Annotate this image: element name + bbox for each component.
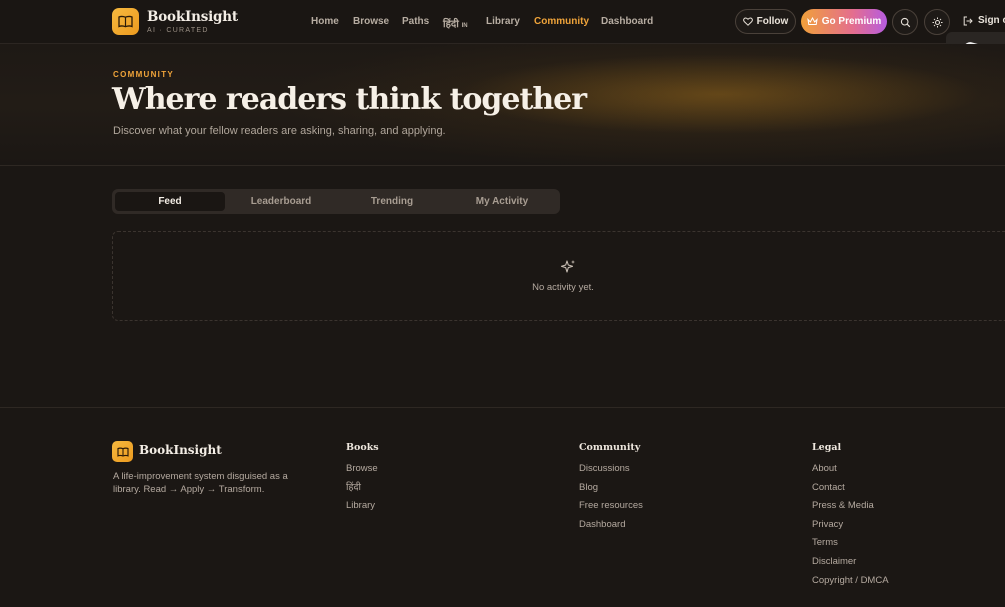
footer-column-community: Community Discussions Blog Free resource…	[579, 442, 643, 537]
feed-empty-state: No activity yet.	[112, 231, 1005, 321]
community-tabs: Feed Leaderboard Trending My Activity	[112, 189, 560, 214]
nav-dashboard[interactable]: Dashboard	[601, 16, 653, 27]
section-eyebrow: COMMUNITY	[113, 70, 175, 79]
tab-feed[interactable]: Feed	[115, 192, 225, 211]
footer-column-title: Legal	[812, 442, 842, 453]
tab-leaderboard[interactable]: Leaderboard	[226, 192, 336, 211]
footer-link-browse[interactable]: Browse	[346, 463, 379, 482]
footer-link-press-media[interactable]: Press & Media	[812, 500, 889, 519]
tab-my-activity[interactable]: My Activity	[447, 192, 557, 211]
heart-icon	[742, 17, 753, 26]
sun-icon	[932, 17, 942, 27]
nav-library[interactable]: Library	[486, 16, 520, 27]
footer-link-hindi[interactable]: हिंदी	[346, 482, 379, 501]
brand-tagline: AI · CURATED	[147, 27, 209, 34]
footer-column-books: Books Browse हिंदी Library	[346, 442, 379, 519]
nav-hindi-region: IN	[461, 23, 468, 29]
footer-link-terms[interactable]: Terms	[812, 537, 889, 556]
footer-column-legal: Legal About Contact Press & Media Privac…	[812, 442, 889, 593]
follow-label: Follow	[756, 16, 789, 27]
search-icon	[900, 17, 910, 27]
page-subtitle: Discover what your fellow readers are as…	[113, 125, 446, 137]
footer-description: A life-improvement system disguised as a…	[113, 471, 288, 495]
search-button[interactable]	[892, 9, 918, 35]
footer-book-logo-icon[interactable]	[112, 441, 133, 462]
sparkles-icon	[560, 259, 576, 280]
nav-paths[interactable]: Paths	[402, 16, 429, 27]
footer-link-library[interactable]: Library	[346, 500, 379, 519]
brand-name[interactable]: BookInsight	[147, 9, 238, 25]
tab-trending[interactable]: Trending	[337, 192, 447, 211]
footer-link-about[interactable]: About	[812, 463, 889, 482]
footer-link-contact[interactable]: Contact	[812, 482, 889, 501]
footer-link-privacy[interactable]: Privacy	[812, 519, 889, 538]
footer-link-free-resources[interactable]: Free resources	[579, 500, 643, 519]
page-title: Where readers think together	[112, 82, 587, 117]
follow-button[interactable]: Follow	[735, 9, 796, 34]
footer-link-blog[interactable]: Blog	[579, 482, 643, 501]
crown-icon	[807, 17, 818, 25]
go-premium-button[interactable]: Go Premium	[801, 9, 887, 34]
site-footer: BookInsight A life-improvement system di…	[0, 407, 1005, 607]
nav-browse[interactable]: Browse	[353, 16, 389, 27]
footer-link-discussions[interactable]: Discussions	[579, 463, 643, 482]
community-hero: COMMUNITY Where readers think together D…	[0, 44, 1005, 166]
sign-in-icon	[963, 16, 973, 25]
footer-link-dashboard[interactable]: Dashboard	[579, 519, 643, 538]
footer-brand[interactable]: BookInsight	[139, 443, 222, 457]
footer-column-title: Books	[346, 442, 379, 453]
footer-column-title: Community	[579, 442, 641, 453]
footer-link-disclaimer[interactable]: Disclaimer	[812, 556, 889, 575]
footer-link-copyright-dmca[interactable]: Copyright / DMCA	[812, 575, 889, 594]
nav-hindi-label: हिंदी	[443, 19, 459, 30]
nav-community[interactable]: Community	[534, 16, 589, 27]
go-premium-label: Go Premium	[821, 16, 882, 27]
top-header: BookInsight AI · CURATED Home Browse Pat…	[0, 0, 1005, 44]
book-logo-icon[interactable]	[112, 8, 139, 35]
nav-home[interactable]: Home	[311, 16, 339, 27]
empty-state-text: No activity yet.	[532, 282, 594, 293]
theme-toggle-button[interactable]	[924, 9, 950, 35]
sign-in-button[interactable]: Sign o	[963, 15, 1005, 26]
sign-in-label: Sign o	[978, 15, 1005, 26]
nav-hindi[interactable]: हिंदी IN	[443, 16, 468, 30]
